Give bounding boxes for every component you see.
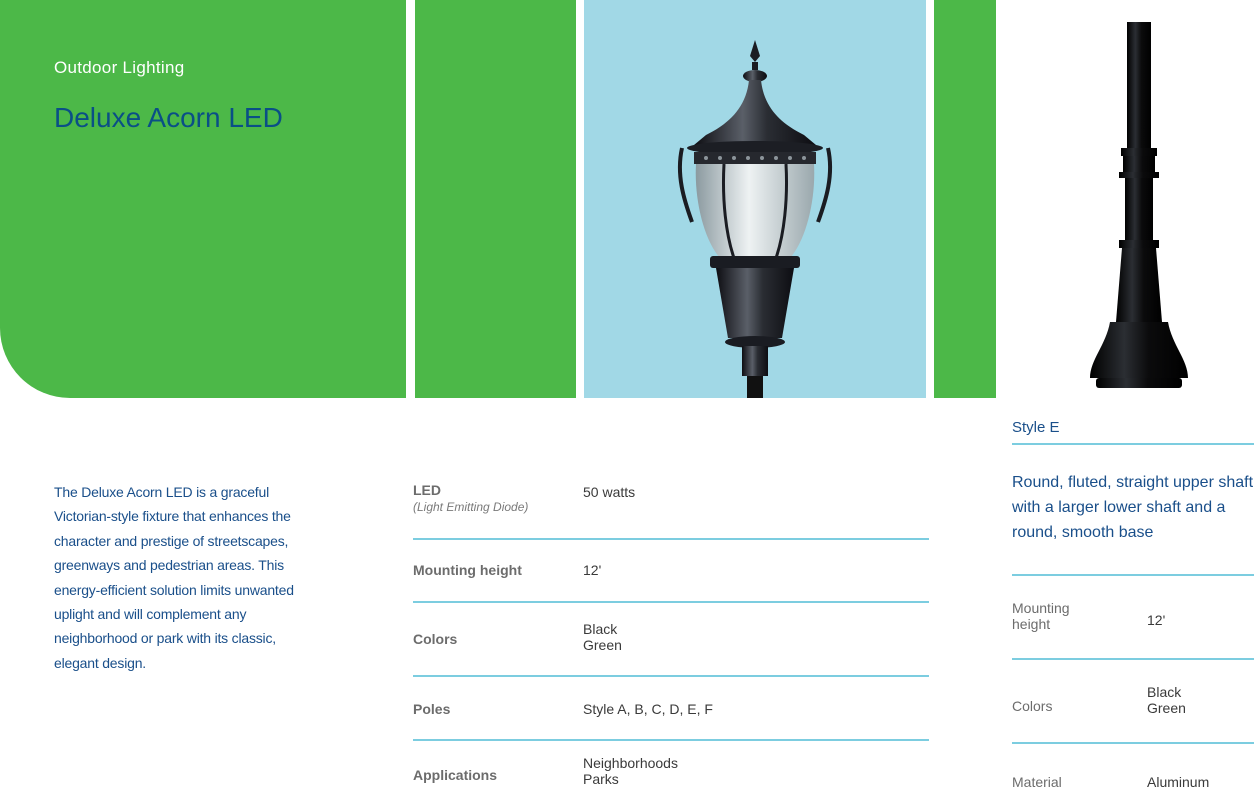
hero-green-panel: Outdoor Lighting Deluxe Acorn LED [0,0,406,398]
pole-spec-label-mounting: Mounting height [1012,600,1070,632]
green-stripe-right [934,0,996,398]
pole-spec-table: Mounting height 12' Colors Black Green M… [1012,574,1254,802]
green-stripe-middle [415,0,576,398]
pole-spec-value-material: Aluminum [1147,774,1210,790]
spec-sublabel-led: (Light Emitting Diode) [413,500,529,514]
spec-label-colors: Colors [413,631,458,647]
spec-row-poles: Poles Style A, B, C, D, E, F [413,677,929,741]
pole-spec-value-mounting: 12' [1147,612,1166,628]
spec-value-colors-1: Green [583,637,622,653]
pole-style-description: Round, fluted, straight upper shaft with… [1012,474,1254,541]
pole-spec-label-material: Material [1012,774,1062,790]
pole-spec-row-colors: Colors Black Green [1012,660,1254,744]
pole-spec-value-colors-0: Black [1147,684,1182,700]
spec-label-mounting: Mounting height [413,562,522,578]
style-e-pole-illustration [1090,22,1188,388]
pole-photo [1000,0,1254,410]
spec-row-led: LED (Light Emitting Diode) 50 watts [413,470,929,540]
spec-row-mounting: Mounting height 12' [413,540,929,603]
spec-label-poles: Poles [413,701,451,717]
spec-value-mounting: 12' [583,562,602,578]
pole-spec-value-colors-1: Green [1147,700,1186,716]
category-label: Outdoor Lighting [54,58,185,77]
pole-spec-row-material: Material Aluminum [1012,744,1254,802]
spec-value-applications-0: Neighborhoods [583,755,678,771]
spec-row-colors: Colors Black Green [413,603,929,677]
spec-value-poles: Style A, B, C, D, E, F [583,701,713,717]
spec-value-led: 50 watts [583,484,636,500]
product-title: Deluxe Acorn LED [54,102,283,133]
spec-value-applications-1: Parks [583,771,619,787]
spec-row-applications: Applications Neighborhoods Parks [413,741,929,801]
pole-spec-row-mounting: Mounting height 12' [1012,576,1254,660]
fixture-photo [584,0,926,398]
spec-label-led: LED [413,482,441,498]
acorn-lamp-illustration [677,40,833,398]
pole-spec-label-colors: Colors [1012,698,1053,714]
pole-style-name: Style E [1012,419,1254,445]
spec-table: LED (Light Emitting Diode) 50 watts Moun… [413,470,929,801]
product-description: The Deluxe Acorn LED is a graceful Victo… [54,484,294,671]
spec-label-applications: Applications [413,767,498,783]
spec-value-colors-0: Black [583,621,618,637]
